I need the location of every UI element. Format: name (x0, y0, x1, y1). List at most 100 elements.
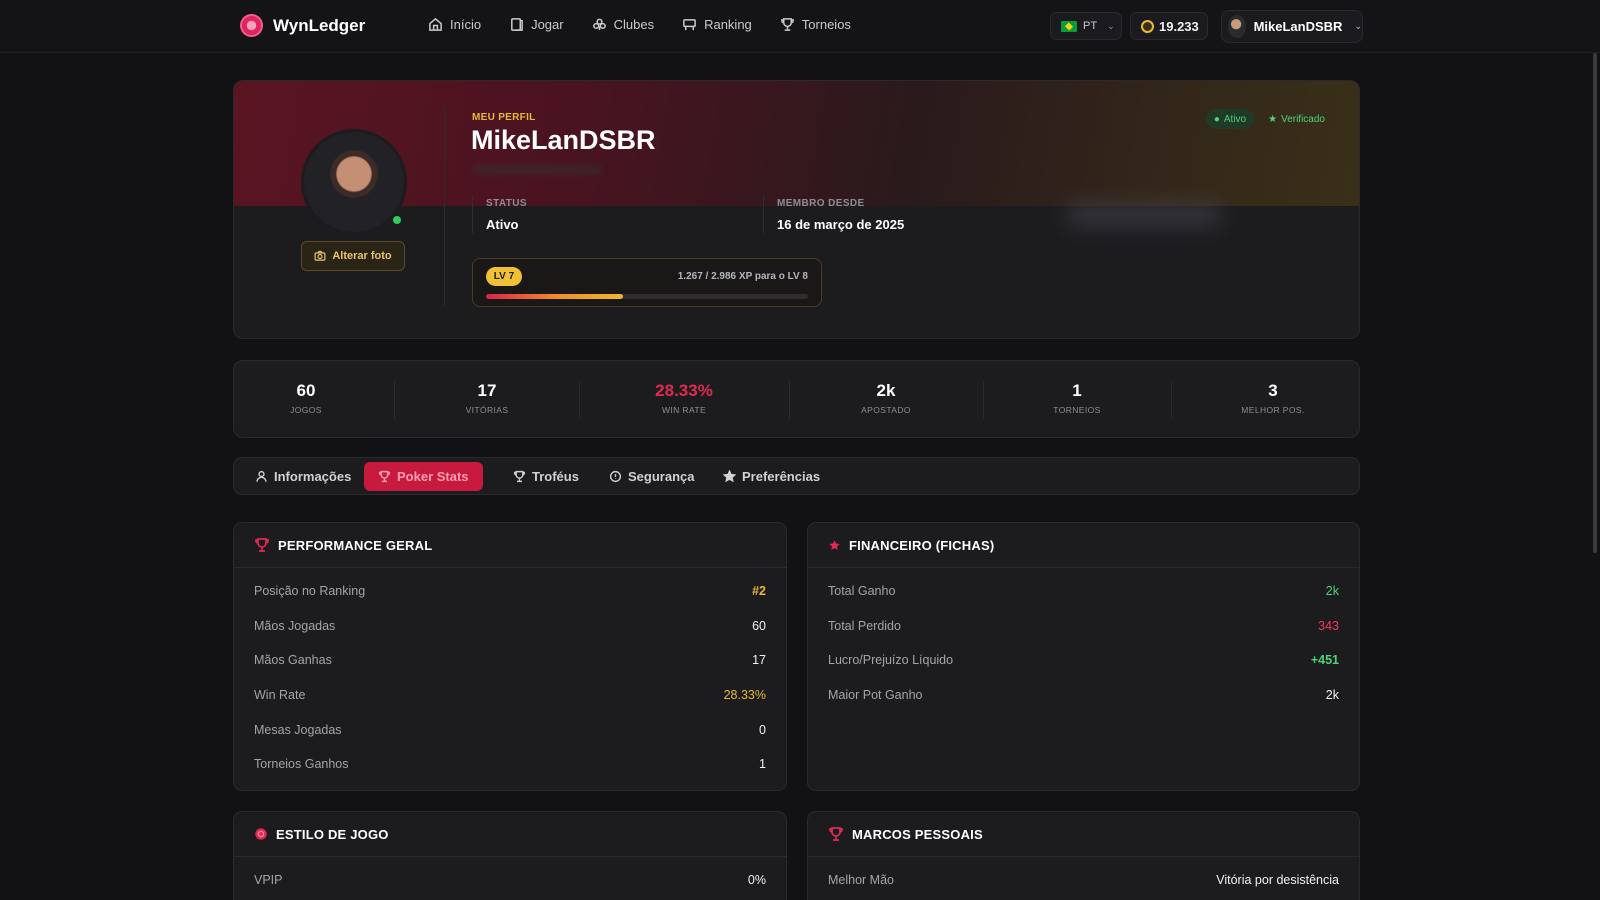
member-since-label: MEMBRO DESDE (777, 198, 865, 209)
stat-row: Lucro/Prejuízo Líquido +451 (808, 643, 1359, 678)
tab-label: Informações (274, 469, 352, 484)
brazil-flag-icon (1061, 20, 1077, 32)
tab-trofeus[interactable]: Troféus (499, 462, 593, 491)
row-value: Vitória por desistência (1216, 873, 1339, 888)
row-value: 1 (759, 757, 766, 772)
row-label: Lucro/Prejuízo Líquido (828, 653, 954, 668)
row-value: 17 (752, 653, 766, 668)
tab-poker-stats[interactable]: Poker Stats (364, 462, 483, 491)
user-menu[interactable]: MikeLanDSBR ⌄ (1221, 10, 1363, 43)
shield-icon (609, 470, 622, 483)
stats-summary: 60 JOGOS 17 VITÓRIAS 28.33% WIN RATE 2k … (233, 360, 1360, 438)
chevron-down-icon: ⌄ (1107, 20, 1115, 31)
stat-torneios: 1 TORNEIOS (997, 381, 1157, 415)
chevron-down-icon: ⌄ (1354, 21, 1362, 31)
brand-logo-icon (240, 14, 263, 37)
stat-melhor-pos: 3 MELHOR POS. (1193, 381, 1353, 415)
level-badge: LV 7 (486, 267, 522, 286)
stat-value: 1 (1072, 381, 1082, 400)
stat-row: Mãos Ganhas 17 (234, 643, 786, 678)
performance-rows: Posição no Ranking #2 Mãos Jogadas 60 Mã… (234, 568, 786, 782)
panel-header: ESTILO DE JOGO (234, 812, 786, 857)
panel-title: MARCOS PESSOAIS (852, 826, 983, 842)
verified-badge: ★ Verificado (1260, 109, 1333, 129)
tab-label: Poker Stats (397, 469, 469, 484)
stat-row: Maior Pot Ganho 2k (808, 678, 1359, 713)
status-label: STATUS (486, 198, 527, 209)
language-selector[interactable]: PT ⌄ (1050, 12, 1122, 40)
user-icon (256, 470, 267, 482)
stat-value: 2k (876, 381, 896, 400)
nav-item-clubes[interactable]: Clubes (592, 17, 654, 32)
camera-icon (314, 250, 326, 261)
tab-label: Preferências (742, 469, 821, 484)
club-icon (592, 18, 606, 31)
avatar (1228, 15, 1246, 38)
nav-item-label: Clubes (613, 17, 655, 32)
row-label: Mãos Jogadas (254, 618, 336, 633)
star-icon: ★ (1268, 113, 1278, 125)
brand-name: WynLedger (273, 15, 366, 35)
nav-item-jogar[interactable]: Jogar (509, 17, 564, 32)
member-since-info: MEMBRO DESDE 16 de março de 2025 (777, 198, 904, 232)
stat-value: 3 (1268, 381, 1278, 400)
divider (763, 195, 764, 233)
tab-label: Troféus (532, 469, 579, 484)
username: MikeLanDSBR (1253, 19, 1343, 34)
divider (789, 381, 790, 419)
nav-item-label: Ranking (704, 17, 752, 32)
dot-icon: ● (1213, 113, 1220, 125)
divider (1171, 381, 1172, 419)
tab-seguranca[interactable]: Segurança (595, 462, 708, 491)
status-value: Ativo (486, 217, 519, 232)
member-since-value: 16 de março de 2025 (777, 217, 905, 232)
marcos-panel: MARCOS PESSOAIS Melhor Mão Vitória por d… (807, 811, 1360, 900)
stat-row: VPIP 0% (234, 863, 786, 898)
stat-row: Mãos Jogadas 60 (234, 609, 786, 644)
verified-badge-label: Verificado (1281, 113, 1325, 125)
stat-row: Total Perdido 343 (808, 609, 1359, 644)
page-scrollbar[interactable] (1593, 53, 1597, 553)
row-label: Mãos Ganhas (254, 653, 332, 668)
financeiro-panel: FINANCEIRO (FICHAS) Total Ganho 2k Total… (807, 522, 1360, 791)
change-photo-label: Alterar foto (332, 250, 392, 262)
nav-item-label: Início (450, 17, 482, 32)
stat-apostado: 2k APOSTADO (806, 381, 966, 415)
tab-preferencias[interactable]: Preferências (709, 462, 834, 491)
profile-eyebrow: MEU PERFIL (472, 112, 536, 123)
stat-label: JOGOS (290, 405, 322, 415)
panel-header: PERFORMANCE GERAL (234, 523, 786, 568)
stat-row: Win Rate 28.33% (234, 678, 786, 713)
profile-card: Alterar foto MEU PERFIL MikeLanDSBR ● At… (233, 80, 1360, 339)
stat-row: Torneios Ganhos 1 (234, 747, 786, 782)
home-icon (429, 17, 442, 31)
stat-row: Mesas Jogadas 0 (234, 712, 786, 747)
row-value: 2k (1325, 584, 1339, 599)
row-value: 0 (759, 722, 766, 737)
profile-name: MikeLanDSBR (471, 125, 656, 155)
divider (983, 381, 984, 419)
chip-balance-value: 19.233 (1159, 18, 1199, 34)
row-value: 2k (1325, 688, 1339, 703)
nav-item-label: Jogar (531, 17, 564, 32)
row-value: 343 (1318, 618, 1339, 633)
nav-item-ranking[interactable]: Ranking (682, 17, 752, 32)
star-icon (723, 470, 736, 483)
row-label: Maior Pot Ganho (828, 688, 923, 703)
row-value: 0% (747, 873, 766, 888)
nav-item-inicio[interactable]: Início (428, 17, 481, 32)
stat-value: 28.33% (655, 381, 713, 400)
change-photo-button[interactable]: Alterar foto (301, 241, 405, 271)
stat-value: 17 (477, 381, 497, 400)
chip-balance[interactable]: 19.233 (1130, 12, 1208, 40)
financeiro-rows: Total Ganho 2k Total Perdido 343 Lucro/P… (808, 568, 1359, 712)
brand[interactable]: WynLedger (240, 14, 365, 37)
blurred-text (472, 165, 602, 175)
nav-item-torneios[interactable]: Torneios (780, 17, 851, 32)
row-label: Posição no Ranking (254, 584, 366, 599)
row-label: Melhor Mão (828, 873, 894, 888)
chip-icon (255, 828, 267, 840)
tab-informacoes[interactable]: Informações (241, 462, 365, 491)
panel-title: ESTILO DE JOGO (276, 826, 389, 842)
xp-progress-fill (486, 294, 623, 299)
